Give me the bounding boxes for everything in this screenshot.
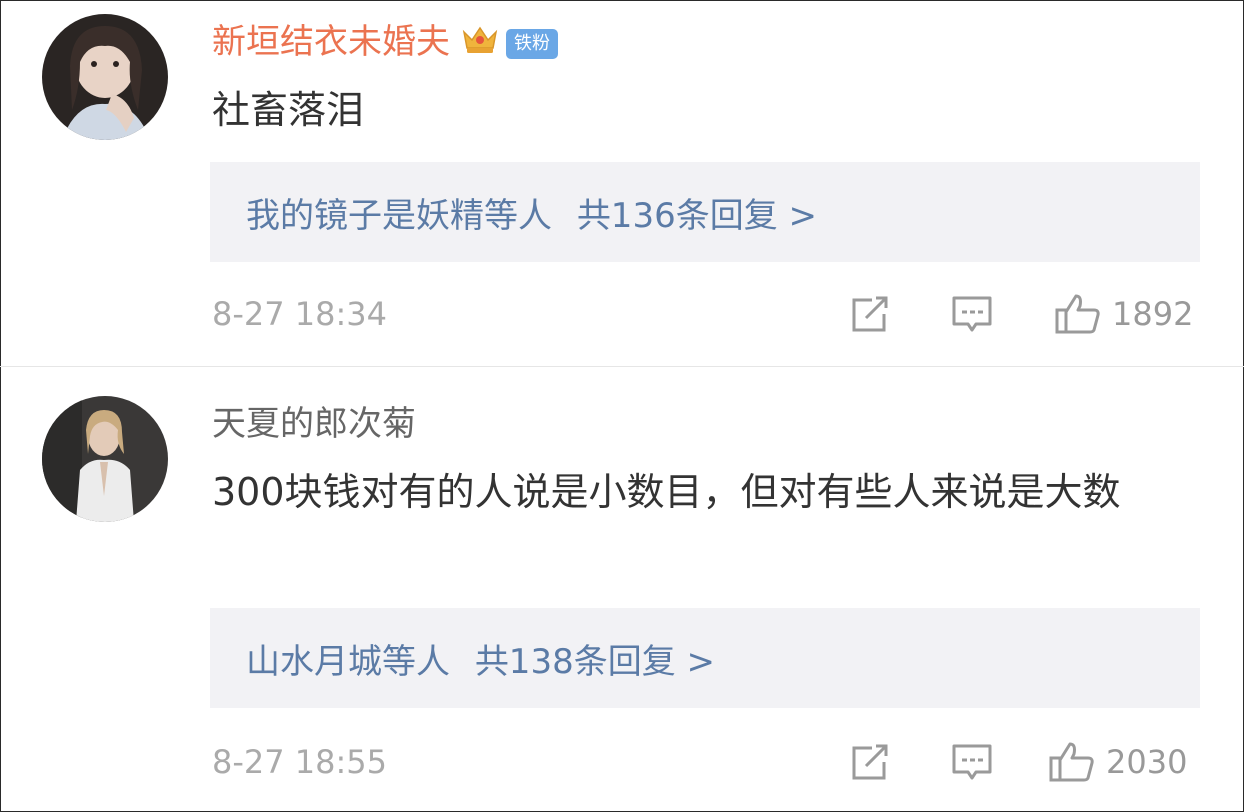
reply-summary[interactable]: 我的镜子是妖精等人 共136条回复 > [210,162,1200,262]
comment-item: 天夏的郎次菊 300块钱对有的人说是小数目，但对有些人来说是大数 山水月城等人 … [0,366,1244,812]
like-button[interactable]: 1892 [1054,292,1193,336]
like-count: 2030 [1106,743,1188,781]
thumbs-up-icon [1049,742,1094,782]
reply-users[interactable]: 我的镜子是妖精等人 [246,196,552,236]
comment-item: 新垣结衣未婚夫 铁粉 社畜落泪 我的镜子是妖精等人 共136条回复 > 8-27… [0,0,1244,366]
comment-icon [952,296,992,332]
reply-count[interactable]: 共138条回复 > [475,642,715,682]
reply-users[interactable]: 山水月城等人 [246,642,450,682]
comment-text: 社畜落泪 [212,88,365,132]
comment-meta: 8-27 18:34 1892 [212,292,1202,336]
share-icon [852,296,888,332]
avatar[interactable] [42,396,168,522]
reply-count[interactable]: 共136条回复 > [577,196,817,236]
username[interactable]: 天夏的郎次菊 [212,404,416,444]
avatar[interactable] [42,14,168,140]
share-button[interactable] [848,292,892,336]
reply-summary[interactable]: 山水月城等人 共138条回复 > [210,608,1200,708]
reply-summary-text[interactable]: 我的镜子是妖精等人 共136条回复 > [246,188,817,237]
timestamp: 8-27 18:34 [212,295,388,333]
comment-icon [952,744,992,780]
crown-icon [460,22,500,65]
share-icon [852,744,888,780]
reply-summary-text[interactable]: 山水月城等人 共138条回复 > [246,634,715,683]
like-button[interactable]: 2030 [1048,740,1187,784]
comment-meta: 8-27 18:55 2030 [212,740,1202,784]
thumbs-up-icon [1055,294,1100,334]
comment-button[interactable] [950,740,994,784]
username[interactable]: 新垣结衣未婚夫 铁粉 [212,22,558,65]
fan-badge: 铁粉 [506,28,558,59]
timestamp: 8-27 18:55 [212,743,388,781]
username-text[interactable]: 新垣结衣未婚夫 [212,22,450,62]
like-count: 1892 [1112,295,1194,333]
comment-text: 300块钱对有的人说是小数目，但对有些人来说是大数 [212,470,1121,514]
comment-button[interactable] [950,292,994,336]
share-button[interactable] [848,740,892,784]
